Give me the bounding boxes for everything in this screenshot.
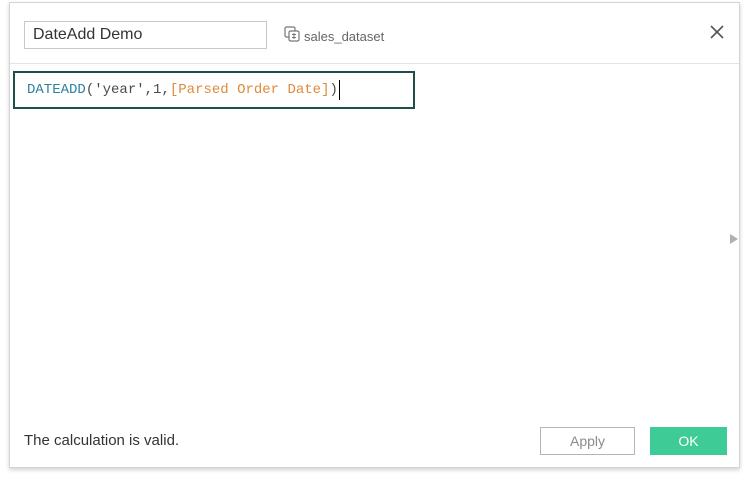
close-button[interactable] (706, 23, 728, 45)
formula-function: DATEADD (27, 82, 86, 98)
calculation-editor-dialog: sales_dataset DATEADD('year',1,[Parsed O… (9, 2, 740, 468)
close-icon (709, 24, 725, 45)
text-cursor (338, 80, 340, 100)
header-divider (10, 63, 739, 64)
formula-string-arg: 'year' (94, 82, 145, 98)
chevron-right-icon (729, 232, 739, 249)
expand-panel-button[interactable] (729, 232, 739, 244)
formula-open-paren: ( (85, 82, 95, 98)
datasource-label: sales_dataset (304, 28, 385, 44)
datasource-icon (283, 25, 301, 48)
formula-comma-1: , (144, 82, 154, 98)
datasource-indicator: sales_dataset (283, 25, 384, 47)
formula-number-arg: 1 (153, 82, 162, 98)
ok-button[interactable]: OK (650, 427, 727, 455)
calculation-name-input[interactable] (24, 21, 267, 49)
formula-field-arg: [Parsed Order Date] (169, 82, 330, 98)
formula-comma-2: , (161, 82, 170, 98)
apply-button[interactable]: Apply (540, 427, 635, 455)
formula-close-paren: ) (329, 82, 338, 98)
formula-editor[interactable]: DATEADD('year', 1, [Parsed Order Date]) (13, 71, 415, 109)
validation-status: The calculation is valid. (24, 432, 180, 449)
